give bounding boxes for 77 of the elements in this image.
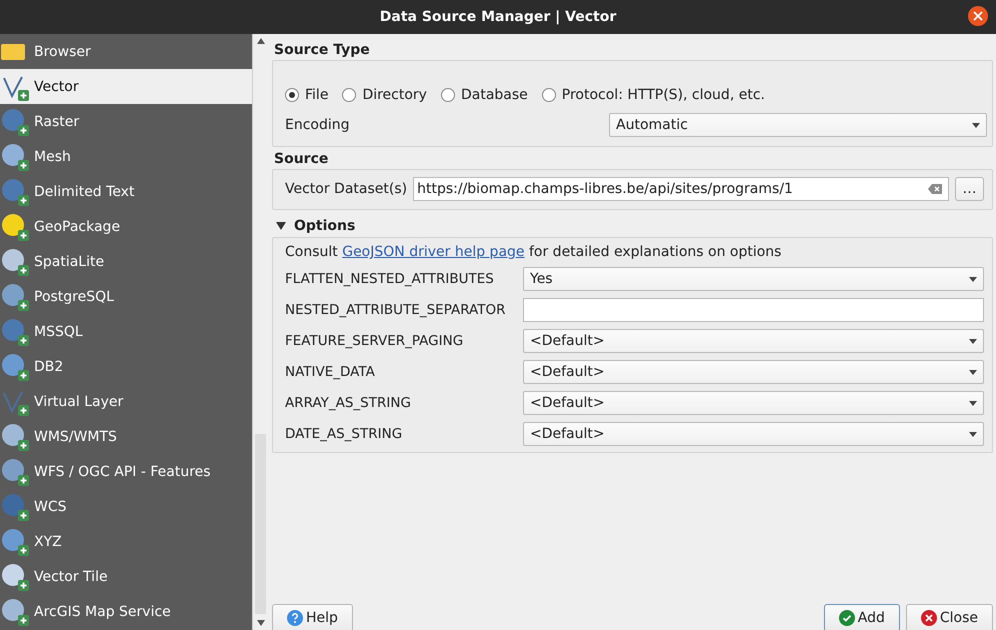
sidebar-item[interactable]: PostgreSQL — [0, 279, 252, 314]
option-dropdown[interactable]: <Default> — [523, 391, 984, 415]
caret-icon — [969, 276, 977, 282]
option-dropdown[interactable]: <Default> — [523, 360, 984, 384]
field-label: Encoding — [285, 117, 350, 133]
data-source-icon — [0, 596, 30, 626]
encoding-dropdown[interactable]: Automatic — [609, 113, 987, 137]
sidebar-item[interactable]: Mesh — [0, 139, 252, 174]
sidebar-item[interactable]: SpatiaLite — [0, 244, 252, 279]
caret-icon — [969, 370, 977, 374]
close-icon — [920, 610, 937, 626]
sidebar-item[interactable]: MSSQL — [0, 314, 252, 349]
close-window-button[interactable] — [968, 6, 988, 26]
browse-button[interactable]: … — [955, 177, 984, 201]
section-title: Source — [273, 150, 330, 169]
data-source-icon — [0, 142, 30, 172]
help-link[interactable]: GeoJSON driver help page — [342, 244, 525, 260]
scrollbar[interactable] — [252, 34, 268, 630]
data-source-icon — [0, 526, 30, 556]
data-source-icon — [0, 456, 30, 486]
field-label: Vector Dataset(s) — [285, 181, 408, 197]
option-input-field[interactable] — [523, 298, 984, 322]
radio-option[interactable]: File — [285, 87, 328, 103]
options-header[interactable]: Options — [272, 210, 993, 237]
radio-option[interactable]: Protocol: HTTP(S), cloud, etc. — [542, 87, 765, 103]
data-source-icon — [0, 106, 30, 136]
option-label: FLATTEN_NESTED_ATTRIBUTES — [285, 271, 495, 287]
caret-icon — [969, 400, 977, 406]
clear-icon[interactable] — [928, 184, 942, 194]
scroll-up-icon[interactable] — [256, 38, 265, 44]
option-label: NATIVE_DATA — [285, 364, 376, 380]
caret-icon — [969, 338, 977, 344]
sidebar-item[interactable]: Vector Tile — [0, 559, 252, 594]
help-text: Consult GeoJSON driver help page for detailed explanations on options — [285, 244, 782, 260]
window-title: Data Source Manager | Vector — [380, 9, 616, 25]
checkmark-icon — [838, 610, 855, 626]
sidebar-item[interactable]: DB2 — [0, 349, 252, 384]
sidebar-item[interactable]: Delimited Text — [0, 174, 252, 209]
sidebar-item[interactable]: Browser — [0, 34, 252, 69]
data-source-icon — [0, 316, 30, 346]
data-source-icon — [0, 282, 30, 312]
data-source-icon — [0, 352, 30, 382]
option-label: DATE_AS_STRING — [285, 426, 404, 442]
sidebar-item[interactable]: WMS/WMTS — [0, 419, 252, 454]
section-title: Source Type — [273, 41, 371, 60]
radio-option[interactable]: Directory — [342, 87, 427, 103]
sidebar-item[interactable]: Virtual Layer — [0, 384, 252, 419]
collapse-icon — [276, 222, 286, 230]
help-icon — [287, 610, 303, 626]
scroll-down-icon[interactable] — [256, 620, 265, 626]
option-dropdown[interactable]: <Default> — [523, 422, 984, 446]
option-label: NESTED_ATTRIBUTE_SEPARATOR — [285, 302, 506, 318]
caret-icon — [972, 122, 980, 128]
option-dropdown[interactable]: Yes — [523, 267, 984, 291]
help-button[interactable]: Help — [272, 604, 353, 630]
data-source-icon — [0, 212, 30, 242]
data-source-icon — [0, 492, 30, 522]
dataset-input-field[interactable]: https://biomap.champs-libres.be/api/sites/programs/1 — [413, 177, 949, 201]
add-button[interactable]: Add — [824, 604, 900, 630]
data-source-icon — [0, 422, 30, 452]
data-source-icon — [0, 562, 30, 592]
sidebar-item[interactable]: XYZ — [0, 524, 252, 559]
data-source-icon — [0, 246, 30, 276]
option-label: FEATURE_SERVER_PAGING — [285, 333, 464, 349]
radio-option[interactable]: Database — [440, 87, 528, 103]
sidebar-item[interactable]: ArcGIS Map Service — [0, 594, 252, 629]
option-dropdown[interactable]: <Default> — [523, 329, 984, 353]
caret-icon — [969, 432, 977, 436]
close-button[interactable]: Close — [906, 604, 993, 630]
close-icon — [973, 11, 983, 21]
option-label: ARRAY_AS_STRING — [285, 395, 412, 411]
sidebar-item[interactable]: Raster — [0, 104, 252, 139]
sidebar-item[interactable]: WFS / OGC API - Features — [0, 454, 252, 489]
sidebar-item[interactable]: Vector — [0, 69, 252, 104]
data-source-icon — [0, 176, 30, 206]
sidebar-item[interactable]: GeoPackage — [0, 209, 252, 244]
sidebar-item[interactable]: WCS — [0, 489, 252, 524]
